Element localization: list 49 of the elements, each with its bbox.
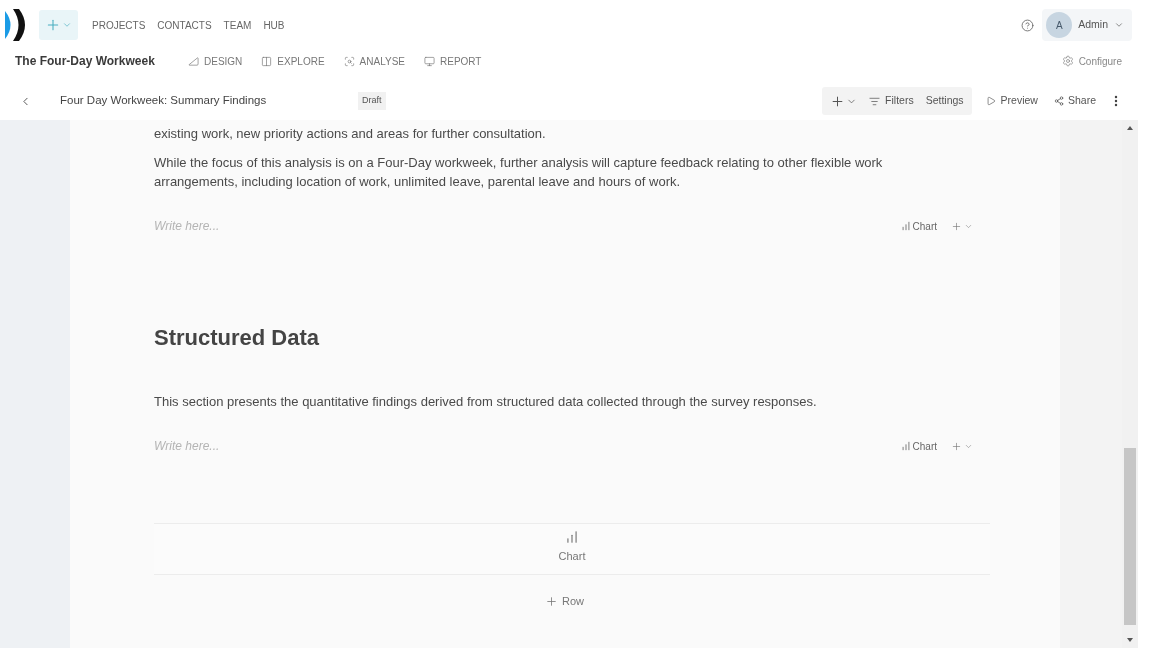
play-icon bbox=[985, 96, 996, 106]
report-title: Four Day Workweek: Summary Findings bbox=[60, 93, 268, 109]
bar-chart-icon bbox=[900, 221, 911, 231]
add-row-button[interactable]: Row bbox=[541, 590, 588, 612]
section-tab[interactable]: ANALYSE bbox=[343, 53, 405, 69]
create-button[interactable] bbox=[39, 10, 78, 40]
share-button[interactable]: Share bbox=[1049, 88, 1100, 114]
user-menu-button[interactable]: A Admin bbox=[1042, 9, 1132, 41]
nav-link[interactable]: PROJECTS bbox=[92, 17, 146, 33]
status-badge: Draft bbox=[358, 92, 386, 110]
chart-button[interactable]: Chart bbox=[898, 216, 939, 236]
nav-link[interactable]: TEAM bbox=[223, 17, 252, 33]
monitor-icon bbox=[424, 55, 435, 67]
nav-link[interactable]: HUB bbox=[263, 17, 285, 33]
share-icon bbox=[1053, 96, 1064, 106]
settings-icon bbox=[1061, 55, 1074, 67]
write-field[interactable]: Write here... bbox=[154, 433, 899, 459]
columns-icon bbox=[261, 55, 273, 67]
scrollbar[interactable] bbox=[1122, 120, 1138, 648]
settings-button[interactable]: Settings bbox=[919, 88, 970, 114]
avatar-icon: A bbox=[1046, 12, 1073, 38]
plus-icon bbox=[545, 594, 558, 608]
bar-chart-icon bbox=[900, 441, 911, 451]
filter-icon bbox=[869, 95, 881, 107]
section-heading: Structured Data bbox=[154, 324, 321, 352]
filters-button[interactable]: Filters bbox=[863, 88, 920, 114]
plus-icon bbox=[951, 440, 962, 452]
section-tab[interactable]: REPORT bbox=[424, 53, 482, 69]
bar-chart-icon bbox=[565, 530, 579, 544]
help-icon[interactable] bbox=[1021, 18, 1035, 32]
plus-icon bbox=[830, 93, 846, 109]
chart-block[interactable]: Chart bbox=[154, 523, 990, 575]
plus-icon bbox=[951, 220, 962, 232]
nav-link[interactable]: CONTACTS bbox=[157, 17, 212, 33]
scan-search-icon bbox=[343, 55, 355, 67]
plus-icon bbox=[45, 17, 61, 33]
project-title: The Four-Day Workweek bbox=[15, 53, 156, 70]
configure-button[interactable]: Configure bbox=[1061, 53, 1122, 69]
preview-button[interactable]: Preview bbox=[981, 88, 1042, 114]
chart-button[interactable]: Chart bbox=[898, 436, 939, 456]
body-paragraph: existing work, new priority actions and areas for further consultation. bbox=[154, 125, 547, 143]
caret-icon bbox=[62, 20, 72, 30]
section-tab[interactable]: EXPLORE bbox=[261, 53, 325, 69]
section-tab[interactable]: DESIGN bbox=[188, 53, 243, 69]
write-field[interactable]: Write here... bbox=[154, 213, 899, 239]
triangle-icon bbox=[188, 55, 199, 67]
caret-icon bbox=[1114, 20, 1124, 30]
body-paragraph: While the focus of this analysis is on a Four-Day workweek, further analysis will capture feedback relating to other flexible work arrangements, including location of work, unlimited leave, parental leave and hours of work. bbox=[154, 154, 884, 191]
body-paragraph: This section presents the quantitative findings derived from structured data collected through the survey responses. bbox=[154, 393, 818, 411]
